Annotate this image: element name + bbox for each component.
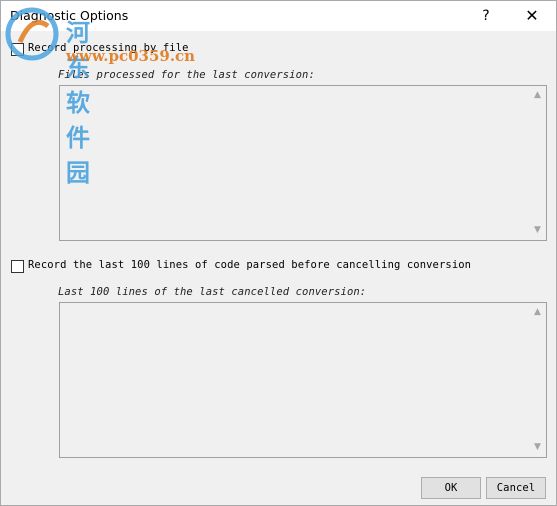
last-lines-scrollbar[interactable]: ▲ ▼ — [529, 303, 546, 457]
diagnostic-options-dialog: Diagnostic Options ? ✕ Record processing… — [0, 0, 557, 506]
files-processed-scrollbar[interactable]: ▲ ▼ — [529, 86, 546, 240]
ok-button[interactable]: OK — [421, 477, 481, 499]
title-bar: Diagnostic Options ? ✕ — [1, 1, 556, 31]
last-lines-textarea[interactable]: ▲ ▼ — [59, 302, 547, 458]
files-processed-label: Files processed for the last conversion: — [58, 69, 315, 81]
close-button[interactable]: ✕ — [509, 1, 555, 31]
scroll-down-icon[interactable]: ▼ — [529, 222, 546, 239]
scroll-down-icon[interactable]: ▼ — [529, 439, 546, 456]
help-button[interactable]: ? — [463, 1, 509, 31]
cancel-button[interactable]: Cancel — [486, 477, 546, 499]
record-by-file-checkbox[interactable] — [11, 43, 24, 56]
files-processed-textarea[interactable]: ▲ ▼ — [59, 85, 547, 241]
dialog-title: Diagnostic Options — [10, 8, 129, 23]
scroll-up-icon[interactable]: ▲ — [529, 87, 546, 104]
record-by-file-label[interactable]: Record processing by file — [28, 42, 189, 54]
scroll-up-icon[interactable]: ▲ — [529, 304, 546, 321]
record-last-lines-checkbox[interactable] — [11, 260, 24, 273]
last-lines-label: Last 100 lines of the last cancelled con… — [58, 286, 367, 298]
record-last-lines-label[interactable]: Record the last 100 lines of code parsed… — [28, 259, 471, 271]
